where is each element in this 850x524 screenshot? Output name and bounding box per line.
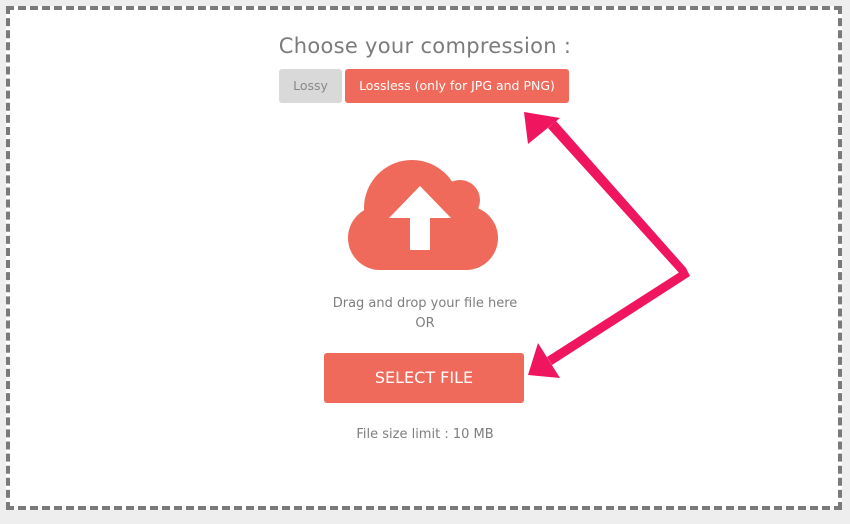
compression-title: Choose your compression : [278,34,572,58]
lossy-button[interactable]: Lossy [279,69,342,103]
lossless-button[interactable]: Lossless (only for JPG and PNG) [345,69,569,103]
or-text: OR [415,316,435,331]
drag-drop-text: Drag and drop your file here [332,296,518,311]
cloud-upload-icon[interactable] [348,158,500,272]
select-file-button[interactable]: SELECT FILE [324,353,524,403]
file-size-limit: File size limit : 10 MB [356,427,494,442]
